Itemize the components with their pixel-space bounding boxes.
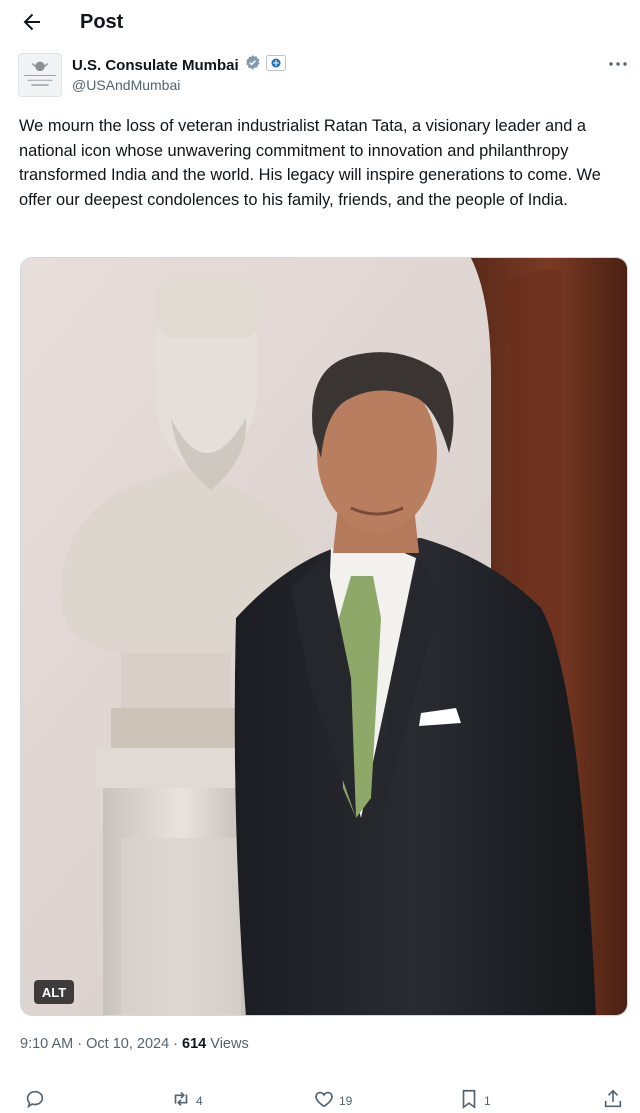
post-header: Post bbox=[0, 0, 640, 46]
government-flag-icon bbox=[265, 54, 286, 76]
post-metadata: 9:10 AM · Oct 10, 2024 · 614 Views bbox=[20, 1036, 249, 1052]
bookmark-icon bbox=[458, 1088, 480, 1113]
avatar[interactable] bbox=[18, 53, 62, 97]
author-name[interactable]: U.S. Consulate Mumbai bbox=[72, 57, 239, 74]
reply-button[interactable] bbox=[24, 1088, 50, 1113]
more-options-icon[interactable] bbox=[606, 54, 630, 74]
post-time[interactable]: 9:10 AM bbox=[20, 1036, 73, 1052]
repost-icon bbox=[170, 1088, 192, 1113]
post-date[interactable]: Oct 10, 2024 bbox=[86, 1036, 169, 1052]
page-title: Post bbox=[80, 11, 124, 33]
post-photo[interactable] bbox=[20, 257, 628, 1016]
share-button[interactable] bbox=[602, 1088, 624, 1113]
author-row: U.S. Consulate Mumbai bbox=[72, 54, 286, 76]
bookmark-count: 1 bbox=[484, 1093, 491, 1108]
back-arrow-icon[interactable] bbox=[20, 10, 44, 34]
reply-icon bbox=[24, 1088, 46, 1113]
views-label: Views bbox=[210, 1036, 249, 1052]
author-handle[interactable]: @USAndMumbai bbox=[72, 77, 180, 93]
share-icon bbox=[602, 1088, 624, 1113]
like-count: 19 bbox=[339, 1093, 353, 1108]
action-bar: 4 19 1 bbox=[0, 1084, 640, 1111]
verified-badge-icon bbox=[244, 54, 261, 76]
repost-count: 4 bbox=[196, 1093, 203, 1108]
meta-separator: · bbox=[173, 1036, 179, 1052]
views-count: 614 bbox=[182, 1036, 207, 1052]
post-text: We mourn the loss of veteran industriali… bbox=[19, 117, 601, 209]
bookmark-button[interactable]: 1 bbox=[458, 1088, 491, 1113]
heart-icon bbox=[313, 1088, 335, 1113]
like-button[interactable]: 19 bbox=[313, 1088, 352, 1113]
alt-text-badge[interactable]: ALT bbox=[34, 980, 74, 1004]
repost-button[interactable]: 4 bbox=[170, 1088, 203, 1113]
meta-separator: · bbox=[77, 1036, 83, 1052]
